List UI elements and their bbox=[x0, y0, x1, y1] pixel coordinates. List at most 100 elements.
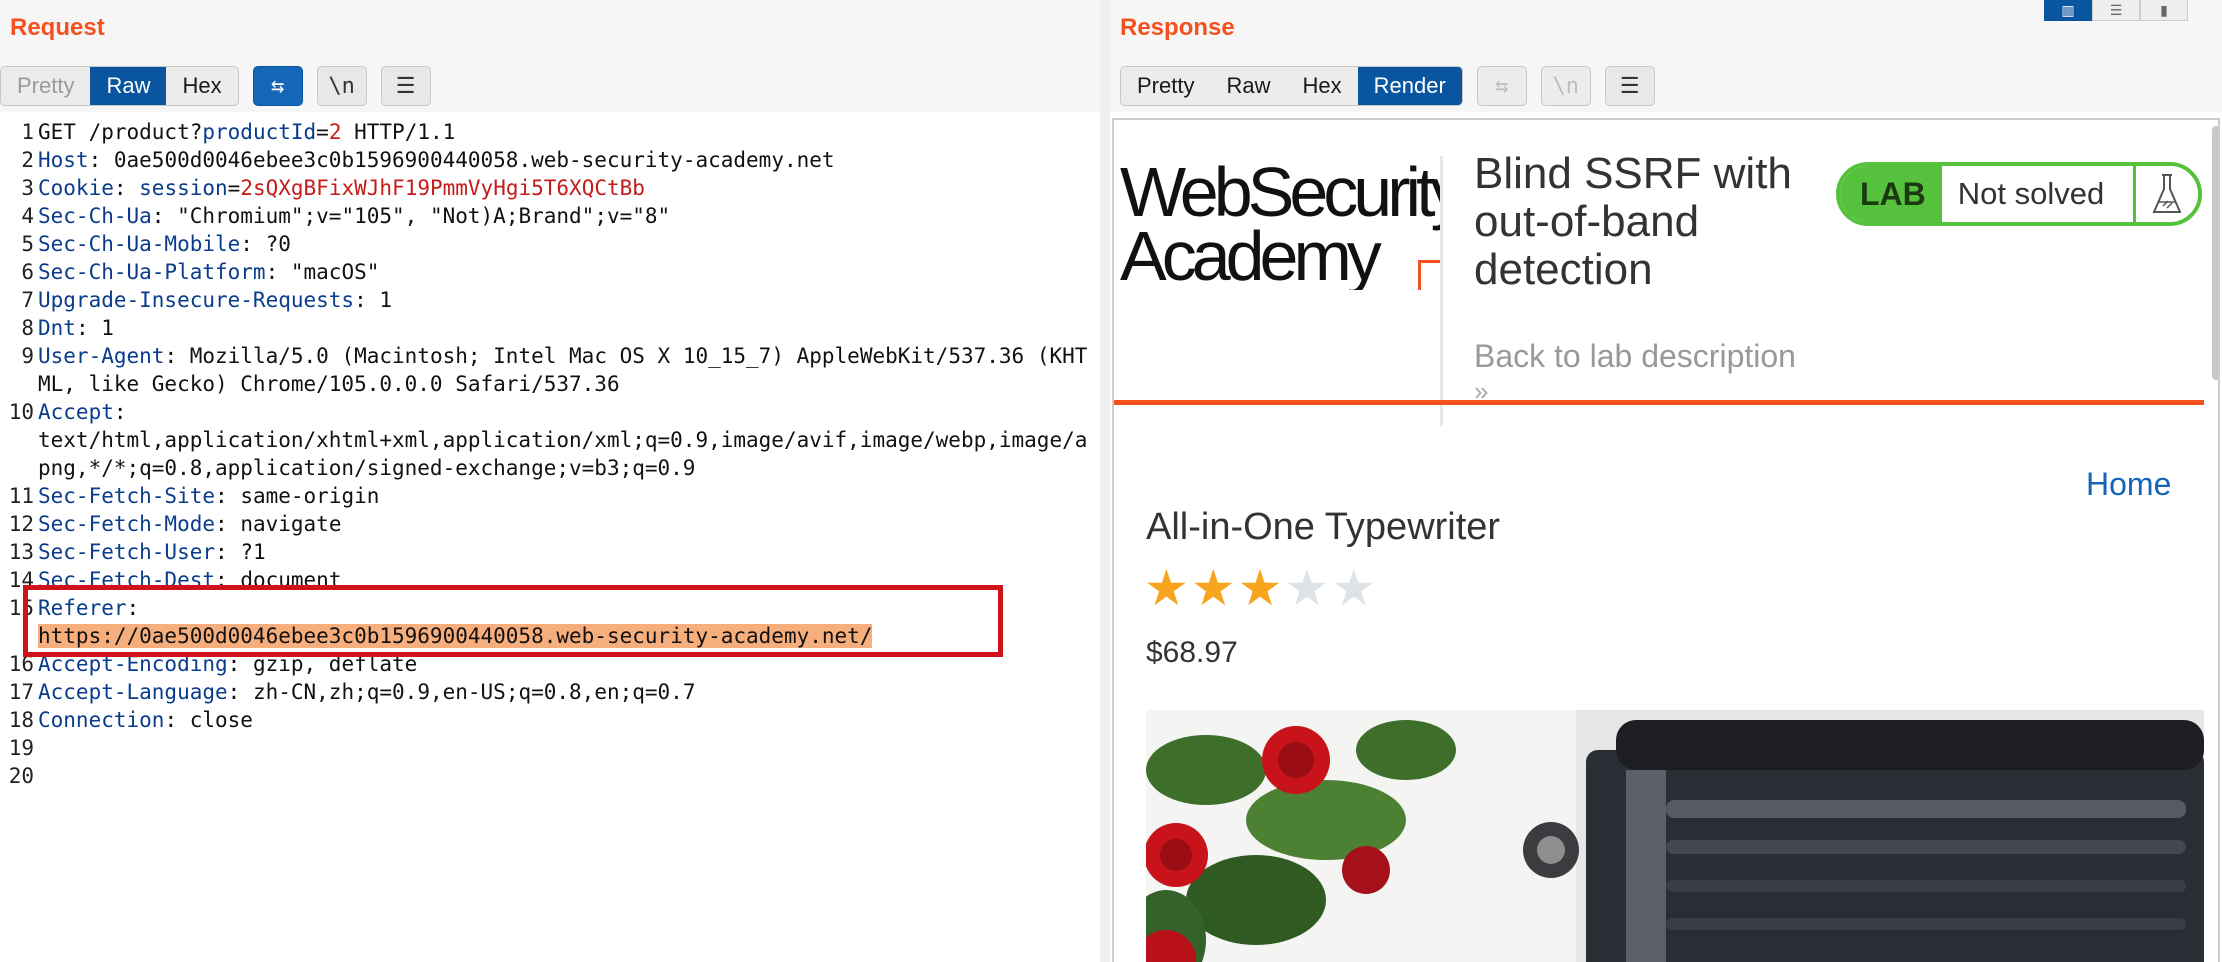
code-line: 9 User-Agent: Mozilla/5.0 (Macintosh; Int… bbox=[0, 342, 1100, 398]
header-value: 0ae500d0046ebee3c0b1596900440058.web-sec… bbox=[113, 148, 835, 172]
request-line-tail: HTTP/1.1 bbox=[341, 120, 456, 144]
menu-icon[interactable]: ☰ bbox=[380, 66, 431, 106]
request-editor[interactable]: 1 GET /product?productId=2 HTTP/1.1 2 Host:… bbox=[0, 118, 1100, 790]
header-separator: : bbox=[164, 708, 190, 732]
line-content: Sec-Fetch-Mode: navigate bbox=[38, 510, 1100, 538]
line-number: 11 bbox=[8, 484, 34, 508]
code-line: 4 Sec-Ch-Ua: "Chromium";v="105", "Not)A;B… bbox=[0, 202, 1100, 230]
header-rule bbox=[1114, 400, 2204, 405]
menu-icon[interactable]: ☰ bbox=[1604, 66, 1655, 106]
layout-toggle: ▥ ☰ ▮ bbox=[2044, 0, 2188, 22]
line-number: 13 bbox=[8, 540, 34, 564]
tab-pretty[interactable]: Pretty bbox=[1121, 67, 1210, 105]
header-separator: : bbox=[354, 288, 380, 312]
request-pane: Request Pretty Raw Hex ⇆ \n ☰ 1 GET /prod… bbox=[0, 0, 1100, 962]
line-number: 9 bbox=[21, 344, 34, 368]
line-content: Cookie: session=2sQXgBFixWJhF19PmmVyHgi5… bbox=[38, 174, 1100, 202]
product-name: All-in-One Typewriter bbox=[1146, 506, 1501, 548]
single-layout-icon[interactable]: ▮ bbox=[2140, 0, 2188, 21]
line-number: 12 bbox=[8, 512, 34, 536]
header-name: Connection bbox=[38, 708, 165, 732]
header-separator: : bbox=[113, 400, 127, 424]
header-value: "Chromium";v="105", "Not)A;Brand";v="8" bbox=[177, 204, 671, 228]
product-price: $68.97 bbox=[1146, 636, 1238, 669]
wrap-lines-icon[interactable]: ⇆ bbox=[252, 66, 303, 106]
tab-raw[interactable]: Raw bbox=[90, 67, 167, 105]
line-content: Host: 0ae500d0046ebee3c0b1596900440058.w… bbox=[38, 146, 1100, 174]
header-name: Sec-Fetch-User bbox=[38, 540, 216, 564]
code-line: 2 Host: 0ae500d0046ebee3c0b1596900440058.… bbox=[0, 146, 1100, 174]
line-content bbox=[38, 734, 1100, 762]
line-content: Sec-Fetch-User: ?1 bbox=[38, 538, 1100, 566]
code-line: 1 GET /product?productId=2 HTTP/1.1 bbox=[0, 118, 1100, 146]
header-value: GET /product? bbox=[38, 120, 203, 144]
header-value: 1 bbox=[101, 316, 114, 340]
line-content: Upgrade-Insecure-Requests: 1 bbox=[38, 286, 1100, 314]
line-content: Accept-Language: zh-CN,zh;q=0.9,en-US;q=… bbox=[38, 678, 1100, 706]
code-line: 20 bbox=[0, 762, 1100, 790]
header-separator: : bbox=[164, 344, 190, 368]
code-line: 6 Sec-Ch-Ua-Platform: "macOS" bbox=[0, 258, 1100, 286]
lab-status-badge: LAB Not solved bbox=[1836, 162, 2202, 226]
line-content: Connection: close bbox=[38, 706, 1100, 734]
header-value: close bbox=[189, 708, 253, 732]
header-value: 1 bbox=[379, 288, 393, 312]
tab-hex[interactable]: Hex bbox=[1286, 67, 1357, 105]
home-link[interactable]: Home bbox=[2086, 466, 2171, 503]
back-to-lab-link[interactable]: Back to lab description bbox=[1474, 338, 1796, 375]
product-rating: ★ ★ ★ ★ ★ bbox=[1144, 560, 1378, 616]
response-view-tabs: Pretty Raw Hex Render bbox=[1120, 66, 1463, 106]
request-header: Request Pretty Raw Hex ⇆ \n ☰ bbox=[0, 0, 1100, 112]
header-name: Upgrade-Insecure-Requests bbox=[38, 288, 355, 312]
flask-icon bbox=[2133, 166, 2198, 222]
header-separator: : bbox=[151, 204, 178, 228]
code-line: 11 Sec-Fetch-Site: same-origin bbox=[0, 482, 1100, 510]
line-content: Accept: text/html,application/xhtml+xml,… bbox=[38, 398, 1100, 482]
header-name: Sec-Fetch-Site bbox=[38, 484, 216, 508]
line-content: User-Agent: Mozilla/5.0 (Macintosh; Inte… bbox=[38, 342, 1100, 398]
header-separator: : bbox=[113, 176, 140, 200]
line-number: 20 bbox=[8, 764, 34, 788]
rendered-page: WebSecurity Academy Blind SSRF with out-… bbox=[1112, 118, 2220, 962]
header-separator: : bbox=[215, 512, 241, 536]
header-name: Host bbox=[38, 148, 89, 172]
header-name: Sec-Ch-Ua-Platform bbox=[38, 260, 266, 284]
header-value: navigate bbox=[240, 512, 342, 536]
header-divider bbox=[1440, 156, 1443, 426]
logo-line-1: WebSecurity bbox=[1120, 160, 1442, 231]
stacked-layout-icon[interactable]: ☰ bbox=[2092, 0, 2140, 21]
header-separator: : bbox=[75, 316, 102, 340]
render-scrollbar[interactable] bbox=[2212, 126, 2218, 380]
header-value: ?0 bbox=[265, 232, 291, 256]
tab-pretty[interactable]: Pretty bbox=[1, 67, 90, 105]
tab-raw[interactable]: Raw bbox=[1210, 67, 1286, 105]
code-line: 13 Sec-Fetch-User: ?1 bbox=[0, 538, 1100, 566]
side-by-side-layout-icon[interactable]: ▥ bbox=[2044, 0, 2092, 21]
header-value: ?1 bbox=[240, 540, 266, 564]
star-empty-icon: ★ bbox=[1331, 560, 1377, 616]
header-separator: : bbox=[215, 540, 241, 564]
header-name: Dnt bbox=[38, 316, 76, 340]
wrap-lines-icon[interactable]: ⇆ bbox=[1476, 66, 1527, 106]
line-number: 10 bbox=[8, 400, 34, 424]
tab-hex[interactable]: Hex bbox=[166, 67, 237, 105]
logo-accent bbox=[1418, 260, 1442, 290]
header-separator: : bbox=[227, 680, 253, 704]
param-equals: = bbox=[227, 176, 241, 200]
param-equals: = bbox=[316, 120, 329, 144]
line-content: Sec-Fetch-Site: same-origin bbox=[38, 482, 1100, 510]
line-number: 18 bbox=[8, 708, 34, 732]
request-toolbar: Pretty Raw Hex ⇆ \n ☰ bbox=[0, 66, 431, 106]
param-value: 2 bbox=[328, 120, 342, 144]
line-number: 3 bbox=[21, 176, 34, 200]
web-security-academy-logo[interactable]: WebSecurity Academy bbox=[1120, 160, 1442, 290]
param-value: 2sQXgBFixWJhF19PmmVyHgi5T6XQCtBb bbox=[240, 176, 645, 200]
line-number: 17 bbox=[8, 680, 34, 704]
pane-splitter[interactable] bbox=[1100, 0, 1110, 962]
header-name: Accept-Language bbox=[38, 680, 228, 704]
lab-label: LAB bbox=[1840, 166, 1942, 222]
tab-render[interactable]: Render bbox=[1357, 67, 1462, 105]
show-newlines-button[interactable]: \n bbox=[1540, 66, 1591, 106]
typewriter bbox=[1523, 710, 2204, 962]
show-newlines-button[interactable]: \n bbox=[316, 66, 367, 106]
